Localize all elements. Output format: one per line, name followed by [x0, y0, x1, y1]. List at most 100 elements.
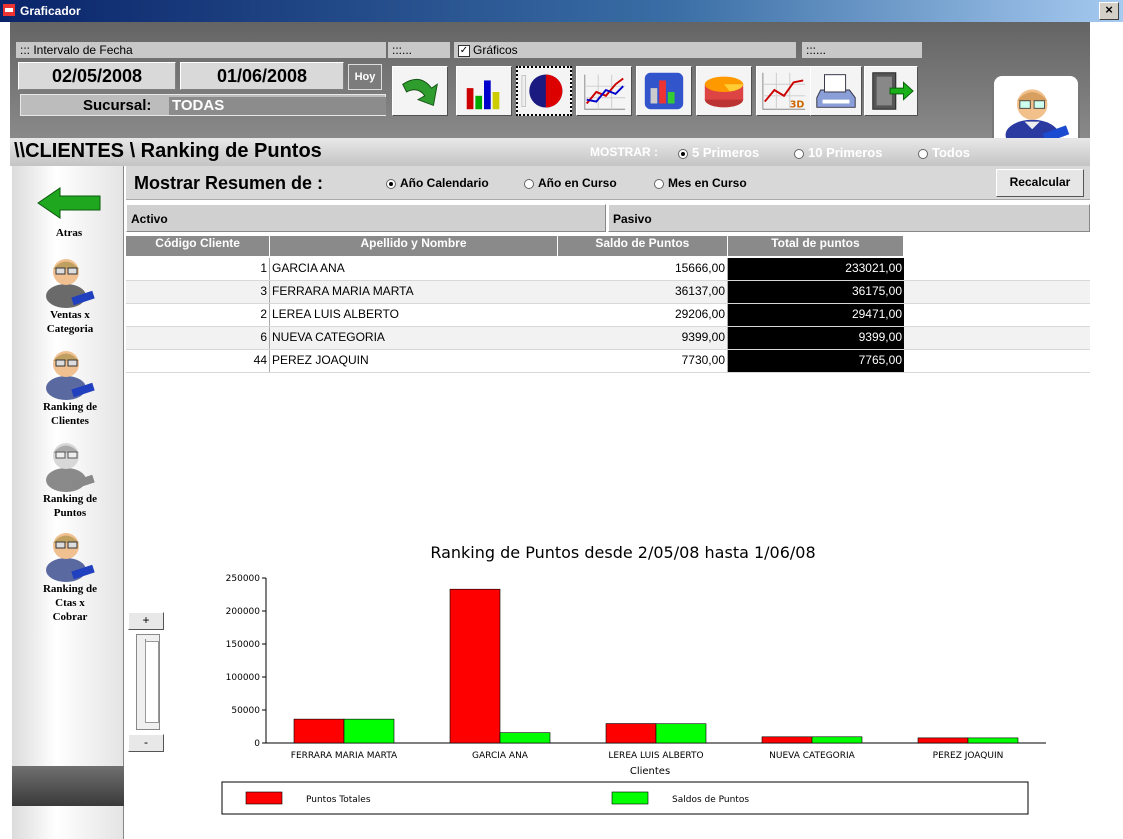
x-tick-label: LEREA LUIS ALBERTO — [608, 751, 703, 761]
table-row[interactable]: 3 FERRARA MARIA MARTA 36137,00 36175,00 — [126, 281, 1090, 304]
zoom-slider[interactable] — [136, 634, 160, 730]
table-cell: 44 — [126, 350, 270, 372]
refresh-button[interactable] — [392, 66, 448, 116]
chart-bars — [293, 588, 1019, 744]
column-header[interactable]: Apellido y Nombre — [270, 236, 558, 256]
sidebar-item-ranking-clientes[interactable]: Ranking de Clientes — [30, 344, 110, 434]
recalculate-button[interactable]: Recalcular — [996, 169, 1084, 197]
sidebar-item-label: Clientes — [51, 415, 89, 427]
table-cell: 6 — [126, 327, 270, 349]
bar-puntos-totales — [293, 718, 345, 744]
table-cell: PEREZ JOAQUIN — [272, 353, 369, 367]
exit-button[interactable] — [864, 66, 918, 116]
table-cell: LEREA LUIS ALBERTO — [272, 307, 399, 321]
ranking-table: Código Cliente Apellido y Nombre Saldo d… — [126, 236, 1090, 373]
zoom-in-button[interactable]: + — [128, 612, 164, 630]
3d-pie-chart-button[interactable] — [696, 66, 752, 116]
3d-bar-chart-button[interactable] — [636, 66, 692, 116]
table-cell: NUEVA CATEGORIA — [272, 330, 385, 344]
show-option-5[interactable]: 5 Primeros — [678, 145, 759, 160]
tab-pasivo[interactable]: Pasivo — [608, 204, 1090, 232]
misc-group-label: :::... — [802, 42, 922, 58]
table-cell: 15666,00 — [558, 258, 728, 280]
x-tick-label: PEREZ JOAQUIN — [933, 751, 1004, 761]
back-button[interactable]: Atras — [36, 186, 102, 239]
summary-option-anio-calendario[interactable]: Año Calendario — [386, 176, 489, 190]
table-row[interactable]: 44 PEREZ JOAQUIN 7730,00 7765,00 — [126, 350, 1090, 373]
bar-puntos-totales — [761, 736, 813, 744]
table-row[interactable]: 2 LEREA LUIS ALBERTO 29206,00 29471,00 — [126, 304, 1090, 327]
summary-option-anio-curso[interactable]: Año en Curso — [524, 176, 617, 190]
bar-saldos-de-puntos — [967, 737, 1019, 744]
back-arrow-icon — [37, 187, 101, 219]
summary-option-label: Año Calendario — [400, 176, 489, 190]
date-to-field[interactable]: 01/06/2008 — [180, 62, 344, 90]
print-button[interactable] — [810, 66, 862, 116]
table-cell: 7765,00 — [728, 350, 904, 372]
date-range-label: ::: Intervalo de Fecha — [16, 42, 386, 58]
bar-puntos-totales — [605, 723, 657, 744]
table-cell: 7730,00 — [558, 350, 728, 372]
svg-text:3D: 3D — [790, 99, 805, 110]
show-option-10[interactable]: 10 Primeros — [794, 145, 882, 160]
person-book-icon — [46, 259, 95, 308]
sidebar-item-ventas-categoria[interactable]: Ventas x Categoria — [30, 252, 110, 342]
sidebar-item-label: Ranking de — [42, 401, 98, 413]
radio-icon — [794, 148, 804, 159]
table-cell: 36137,00 — [558, 281, 728, 303]
table-row[interactable]: 1 GARCIA ANA 15666,00 233021,00 — [126, 258, 1090, 281]
summary-label: Mostrar Resumen de : — [134, 173, 324, 193]
column-header[interactable]: Saldo de Puntos — [557, 236, 728, 256]
date-from-field[interactable]: 02/05/2008 — [18, 62, 176, 90]
legend-label: Puntos Totales — [306, 795, 371, 805]
branch-row: Sucursal: TODAS — [20, 94, 386, 116]
table-header: Código Cliente Apellido y Nombre Saldo d… — [126, 236, 904, 256]
sidebar-item-label: Ranking de — [42, 493, 98, 505]
zoom-out-button[interactable]: - — [128, 734, 164, 752]
pie-chart-icon — [521, 74, 563, 108]
close-button[interactable]: × — [1099, 2, 1119, 20]
line-chart-button[interactable] — [576, 66, 632, 116]
exit-door-icon — [872, 72, 914, 110]
radio-icon — [524, 178, 534, 189]
sidebar-item-label: Categoria — [46, 323, 94, 335]
charts-group-label: Gráficos — [473, 43, 518, 57]
tab-activo[interactable]: Activo — [126, 204, 606, 232]
table-cell: 29206,00 — [558, 304, 728, 326]
person-book-icon — [46, 443, 95, 492]
table-row[interactable]: 6 NUEVA CATEGORIA 9399,00 9399,00 — [126, 327, 1090, 350]
column-header[interactable]: Código Cliente — [126, 236, 271, 256]
today-button[interactable]: Hoy — [348, 64, 382, 90]
charts-checkbox[interactable]: ✓ — [458, 44, 470, 57]
table-cell: 1 — [126, 258, 270, 280]
y-tick-label: 150000 — [226, 640, 261, 650]
show-option-all[interactable]: Todos — [918, 145, 970, 160]
radio-icon — [386, 178, 396, 189]
zoom-thumb[interactable] — [145, 641, 159, 723]
3d-line-chart-button[interactable]: 3D — [756, 66, 812, 116]
table-cell: FERRARA MARIA MARTA — [272, 284, 414, 298]
table-cell: 2 — [126, 304, 270, 326]
show-option-10-label: 10 Primeros — [808, 145, 883, 160]
back-label: Atras — [55, 227, 83, 239]
pie-chart-button[interactable] — [516, 66, 572, 116]
radio-icon — [654, 178, 664, 189]
table-body: 1 GARCIA ANA 15666,00 233021,00 3 FERRARA MAR… — [126, 258, 1090, 373]
sidebar-item-label: Ranking de — [42, 583, 98, 595]
sidebar-item-ranking-ctas-cobrar[interactable]: Ranking de Ctas x Cobrar — [30, 526, 110, 630]
bar-chart-icon — [466, 80, 500, 110]
section-header: \\CLIENTES \ Ranking de Puntos MOSTRAR :… — [10, 138, 1090, 166]
bar-saldos-de-puntos — [811, 736, 863, 744]
bar-saldos-de-puntos — [655, 723, 707, 744]
x-axis-label: Clientes — [630, 766, 670, 777]
chart-title: Ranking de Puntos desde 2/05/08 hasta 1/… — [430, 543, 815, 562]
branch-select[interactable]: TODAS — [169, 97, 386, 115]
table-cell: 36175,00 — [728, 281, 904, 303]
sidebar-item-label: Ctas x — [55, 597, 85, 609]
x-tick-label: NUEVA CATEGORIA — [769, 751, 855, 761]
sidebar-item-ranking-puntos[interactable]: Ranking de Puntos — [30, 436, 110, 526]
show-option-all-label: Todos — [932, 145, 971, 160]
bar-chart-button[interactable] — [456, 66, 512, 116]
column-header[interactable]: Total de puntos — [727, 236, 904, 256]
summary-option-mes-curso[interactable]: Mes en Curso — [654, 176, 747, 190]
